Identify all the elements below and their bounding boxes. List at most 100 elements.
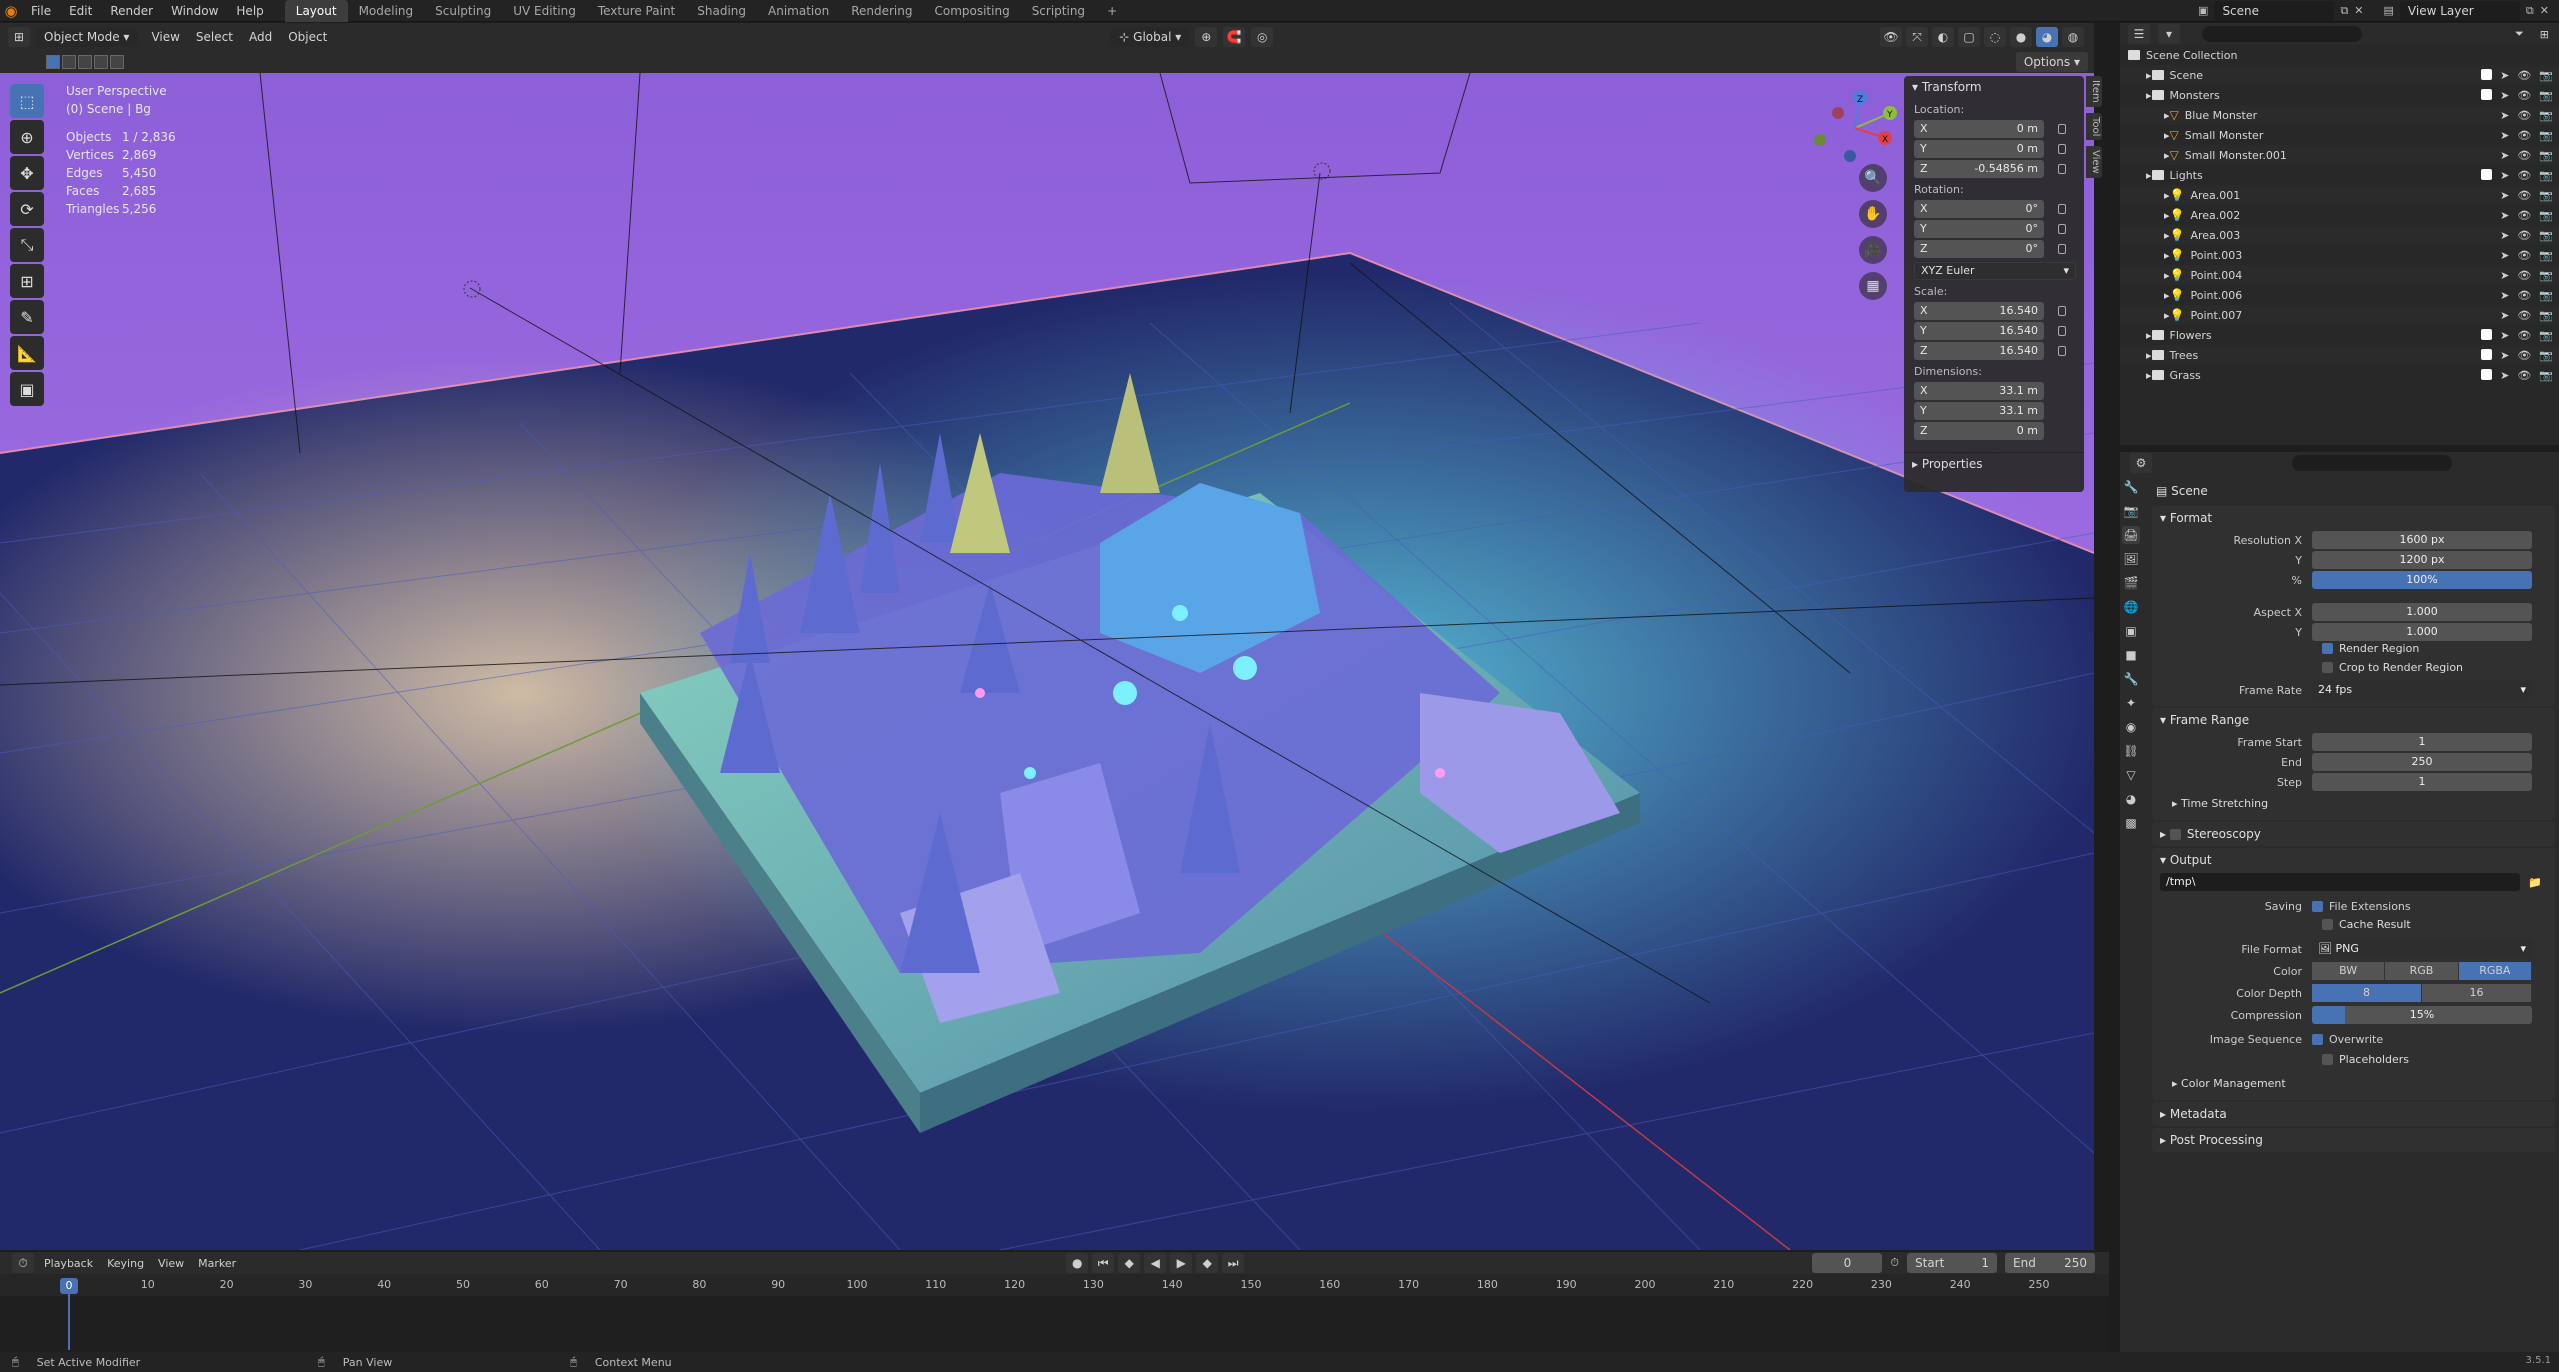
mode-selector[interactable]: Object Mode ▾ <box>36 27 138 47</box>
outliner-row[interactable]: ▸ 💡 Area.002 ➤ 👁 📷 <box>2120 205 2559 225</box>
overlay-icon[interactable]: ◐ <box>1932 27 1954 47</box>
eye-icon[interactable]: 👁 <box>2517 309 2531 322</box>
view-layer-selector[interactable]: View Layer <box>2399 0 2520 21</box>
editor-type-icon[interactable]: ⊞ <box>8 27 30 47</box>
jump-keyframe-back-icon[interactable]: ◆ <box>1118 1253 1141 1273</box>
material-shading-icon[interactable]: ◕ <box>2036 27 2058 47</box>
jump-end-icon[interactable]: ⏭ <box>1222 1253 1245 1273</box>
property-field[interactable]: 1 <box>2312 773 2532 791</box>
lock-icon[interactable] <box>2058 164 2066 174</box>
jump-start-icon[interactable]: ⏮ <box>1092 1253 1115 1273</box>
eye-icon[interactable]: 👁 <box>2517 209 2531 222</box>
color-management-subpanel[interactable]: ▸ Color Management <box>2152 1072 2555 1094</box>
render-camera-icon[interactable]: 📷 <box>2539 209 2553 222</box>
pan-hand-icon[interactable]: ✋ <box>1859 200 1887 228</box>
expand-arrow-icon[interactable]: ▸ <box>2146 369 2152 382</box>
timeline-menu-marker[interactable]: Marker <box>198 1257 236 1270</box>
tab-modeling[interactable]: Modeling <box>348 0 425 22</box>
outliner-row[interactable]: ▸ ▽ Small Monster ➤ 👁 📷 <box>2120 125 2559 145</box>
outliner-row[interactable]: ▸ Lights ➤ 👁 📷 <box>2120 165 2559 185</box>
post-processing-panel[interactable]: ▸ Post Processing <box>2152 1128 2555 1152</box>
transform-tool-icon[interactable]: ⊞ <box>10 264 44 298</box>
scale-y-field[interactable]: Y 16.540 <box>1914 322 2044 340</box>
add-cube-tool-icon[interactable]: ▣ <box>10 372 44 406</box>
scene-selector[interactable]: Scene <box>2214 0 2335 21</box>
render-camera-icon[interactable]: 📷 <box>2539 89 2553 102</box>
select-arrow-icon[interactable]: ➤ <box>2500 189 2509 202</box>
timeline-ruler[interactable]: 0 10 20 30 40 50 60 70 80 90 100 110 120 130 140 150 160… <box>0 1274 2109 1296</box>
solid-shading-icon[interactable]: ● <box>2010 27 2032 47</box>
rotation-mode-dropdown[interactable]: XYZ Euler ▾ <box>1914 262 2076 280</box>
lock-icon[interactable] <box>2058 144 2066 154</box>
record-icon[interactable]: ● <box>1066 1253 1089 1273</box>
select-arrow-icon[interactable]: ➤ <box>2500 89 2509 102</box>
data-tab-icon[interactable]: ▽ <box>2122 766 2140 784</box>
lock-icon[interactable] <box>2058 326 2066 336</box>
tab-layout[interactable]: Layout <box>284 0 348 22</box>
select-arrow-icon[interactable]: ➤ <box>2500 209 2509 222</box>
file-format-dropdown[interactable]: 🖼 PNG ▾ <box>2312 940 2532 958</box>
pivot-icon[interactable]: ⊕ <box>1195 27 1218 47</box>
eye-icon[interactable]: 👁 <box>2517 249 2531 262</box>
properties-header[interactable]: ▸ Properties <box>1904 452 2084 474</box>
output-path-input[interactable]: /tmp\ <box>2160 873 2520 891</box>
select-arrow-icon[interactable]: ➤ <box>2500 69 2509 82</box>
visibility-icon[interactable]: 👁 <box>1880 27 1902 47</box>
exclude-checkbox[interactable] <box>2481 168 2493 180</box>
transform-header[interactable]: ▾ Transform <box>1904 76 2084 98</box>
3d-viewport[interactable] <box>0 73 2094 1250</box>
gizmo-icon[interactable]: ⤧ <box>1906 27 1928 47</box>
folder-icon[interactable]: 📁 <box>2528 876 2542 889</box>
select-arrow-icon[interactable]: ➤ <box>2500 289 2509 302</box>
property-field[interactable]: 1 <box>2312 733 2532 751</box>
clock-icon[interactable]: ⏱ <box>1890 1256 1899 1270</box>
format-header[interactable]: ▾ Format <box>2152 506 2555 530</box>
outliner-row[interactable]: ▸ Trees ➤ 👁 📷 <box>2120 345 2559 365</box>
rotation-y-field[interactable]: Y 0° <box>1914 220 2044 238</box>
timeline-menu-keying[interactable]: Keying <box>107 1257 144 1270</box>
dimensions-x-field[interactable]: X 33.1 m <box>1914 382 2044 400</box>
render-tab-icon[interactable]: 📷 <box>2122 502 2140 520</box>
eye-icon[interactable]: 👁 <box>2517 169 2531 182</box>
color-option-rgb[interactable]: RGB <box>2385 962 2459 980</box>
location-x-field[interactable]: X 0 m <box>1914 120 2044 138</box>
select-arrow-icon[interactable]: ➤ <box>2500 369 2509 382</box>
timeline-editor-icon[interactable]: ⏱ <box>12 1253 34 1273</box>
collection-tab-icon[interactable]: ▣ <box>2122 622 2140 640</box>
select-arrow-icon[interactable]: ➤ <box>2500 229 2509 242</box>
perspective-grid-icon[interactable]: ▦ <box>1859 272 1887 300</box>
constraints-tab-icon[interactable]: ⛓ <box>2122 742 2140 760</box>
physics-tab-icon[interactable]: ◉ <box>2122 718 2140 736</box>
select-arrow-icon[interactable]: ➤ <box>2500 149 2509 162</box>
stereoscopy-panel[interactable]: ▸ Stereoscopy <box>2152 822 2555 846</box>
wireframe-shading-icon[interactable]: ◌ <box>1984 27 2006 47</box>
select-invert-icon[interactable] <box>94 55 108 69</box>
material-tab-icon[interactable]: ◕ <box>2122 790 2140 808</box>
timeline-menu-playback[interactable]: Playback <box>44 1257 93 1270</box>
outliner-row[interactable]: ▸ 💡 Area.003 ➤ 👁 📷 <box>2120 225 2559 245</box>
outliner-row[interactable]: ▸ Grass ➤ 👁 📷 <box>2120 365 2559 385</box>
rotation-z-field[interactable]: Z 0° <box>1914 240 2044 258</box>
cursor-tool-icon[interactable]: ⊕ <box>10 120 44 154</box>
menu-render[interactable]: Render <box>101 0 162 22</box>
exclude-checkbox[interactable] <box>2481 368 2493 380</box>
zoom-icon[interactable]: 🔍 <box>1859 164 1887 192</box>
tool-tab-icon[interactable]: 🔧 <box>2122 478 2140 496</box>
lock-icon[interactable] <box>2058 204 2066 214</box>
eye-icon[interactable]: 👁 <box>2517 129 2531 142</box>
move-tool-icon[interactable]: ✥ <box>10 156 44 190</box>
eye-icon[interactable]: 👁 <box>2517 189 2531 202</box>
properties-editor-icon[interactable]: ⚙ <box>2130 453 2152 473</box>
expand-arrow-icon[interactable]: ▸ <box>2146 89 2152 102</box>
start-frame-field[interactable]: Start 1 <box>1907 1253 1997 1273</box>
properties-search-input[interactable] <box>2292 455 2452 471</box>
delete-view-layer-icon[interactable]: ✕ <box>2540 4 2549 17</box>
object-tab-icon[interactable]: ■ <box>2122 646 2140 664</box>
eye-icon[interactable]: 👁 <box>2517 89 2531 102</box>
placeholders-checkbox[interactable]: Placeholders <box>2322 1053 2555 1066</box>
property-field[interactable]: 1200 px <box>2312 551 2532 569</box>
playhead[interactable]: 0 <box>60 1278 78 1294</box>
exclude-checkbox[interactable] <box>2481 68 2493 80</box>
cache-result-checkbox[interactable]: Cache Result <box>2322 918 2555 931</box>
outliner-row[interactable]: ▸ 💡 Point.004 ➤ 👁 📷 <box>2120 265 2559 285</box>
